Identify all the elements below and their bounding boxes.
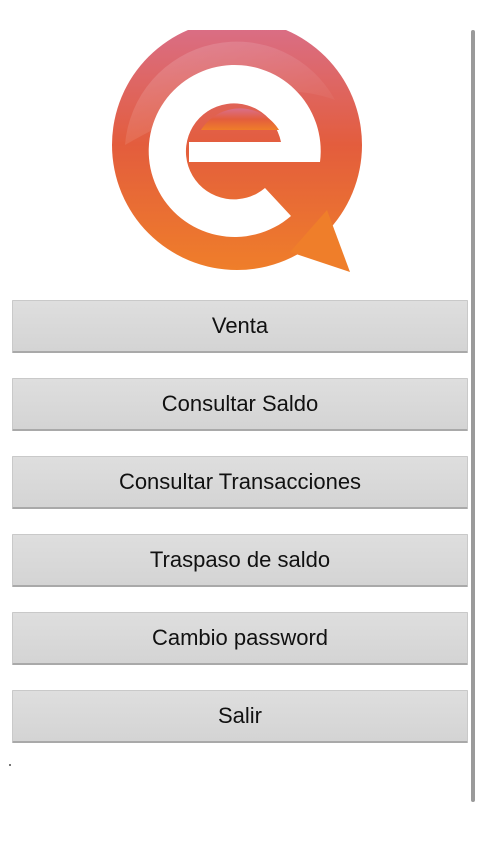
vertical-scrollbar[interactable]: [471, 30, 475, 802]
consultar-saldo-button[interactable]: Consultar Saldo: [12, 378, 468, 431]
cambio-password-button[interactable]: Cambio password: [12, 612, 468, 665]
chat-bubble-e-logo-icon: [112, 30, 362, 272]
decorative-dot: [9, 764, 11, 766]
consultar-transacciones-button[interactable]: Consultar Transacciones: [12, 456, 468, 509]
venta-button[interactable]: Venta: [12, 300, 468, 353]
main-menu-screen: Venta Consultar Saldo Consultar Transacc…: [0, 0, 480, 854]
salir-button[interactable]: Salir: [12, 690, 468, 743]
main-menu: Venta Consultar Saldo Consultar Transacc…: [12, 300, 468, 768]
app-logo: [105, 30, 370, 275]
traspaso-de-saldo-button[interactable]: Traspaso de saldo: [12, 534, 468, 587]
